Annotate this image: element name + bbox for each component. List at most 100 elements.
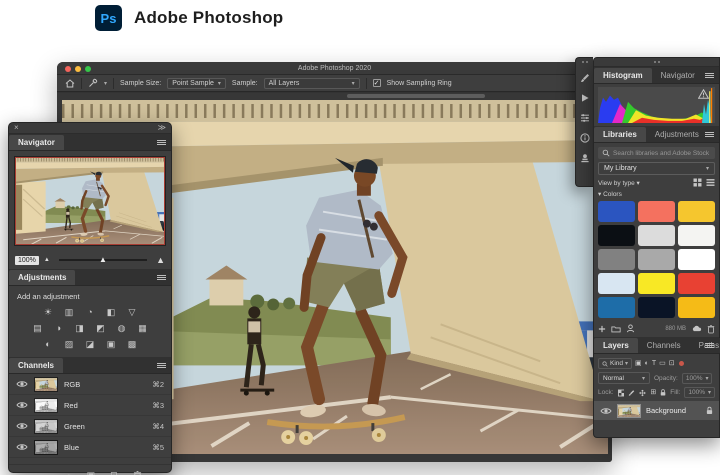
filter-smart-objects-icon[interactable]: ⊡ xyxy=(669,360,675,368)
navigator-view-frame[interactable] xyxy=(15,157,165,245)
library-select[interactable]: My Library ▾ xyxy=(598,162,715,175)
clone-source-panel-icon[interactable] xyxy=(580,153,590,163)
collapse-to-icons-icon[interactable]: ≫ xyxy=(158,124,166,132)
panel-menu-icon[interactable] xyxy=(157,139,166,146)
levels-icon[interactable]: ▥ xyxy=(63,307,76,317)
color-swatch[interactable] xyxy=(638,225,675,246)
panel-menu-icon[interactable] xyxy=(705,131,714,138)
tab-histogram[interactable]: Histogram xyxy=(594,68,652,83)
panel-menu-icon[interactable] xyxy=(157,362,166,369)
channel-row-rgb[interactable]: RGB ⌘2 xyxy=(9,374,171,395)
navigator-zoom-input[interactable]: 100% xyxy=(15,256,39,265)
channel-mixer-icon[interactable]: ◍ xyxy=(115,323,128,333)
panel-menu-icon[interactable] xyxy=(705,342,714,349)
color-swatch[interactable] xyxy=(678,249,715,270)
horizontal-scrollbar[interactable] xyxy=(347,94,485,98)
view-by-type-dropdown[interactable]: View by type ▾ xyxy=(598,179,640,187)
collaborate-icon[interactable] xyxy=(626,324,635,333)
zoom-slider[interactable]: ▲ xyxy=(59,259,147,261)
lock-artboard-icon[interactable]: ⊞ xyxy=(650,389,656,397)
color-balance-icon[interactable]: ◑ xyxy=(52,323,65,333)
filter-pixel-layers-icon[interactable]: ▣ xyxy=(635,360,642,368)
zoom-in-icon[interactable]: ▲ xyxy=(156,255,165,265)
invert-icon[interactable]: ◐ xyxy=(42,339,55,349)
filter-type-layers-icon[interactable]: T xyxy=(652,360,656,368)
color-swatch[interactable] xyxy=(598,201,635,222)
add-element-icon[interactable] xyxy=(598,325,606,333)
photo-filter-icon[interactable]: ◩ xyxy=(94,323,107,333)
channel-row-green[interactable]: Green ⌘4 xyxy=(9,416,171,437)
tab-libraries[interactable]: Libraries xyxy=(594,127,646,142)
brightness-contrast-icon[interactable]: ☀ xyxy=(42,307,55,317)
panel-menu-icon[interactable] xyxy=(705,72,714,79)
home-icon[interactable] xyxy=(65,79,75,88)
filter-shape-layers-icon[interactable]: ▭ xyxy=(659,360,666,368)
close-window-button[interactable] xyxy=(65,66,71,72)
selective-color-icon[interactable]: ▣ xyxy=(105,339,118,349)
swatches-panel-icon[interactable] xyxy=(580,73,590,83)
threshold-icon[interactable]: ◪ xyxy=(84,339,97,349)
delete-channel-icon[interactable] xyxy=(133,470,142,475)
lock-transparency-icon[interactable] xyxy=(618,389,625,397)
info-panel-icon[interactable] xyxy=(580,133,590,143)
navigator-preview[interactable] xyxy=(14,156,166,246)
color-swatch[interactable] xyxy=(678,201,715,222)
library-search-box[interactable] xyxy=(598,147,715,159)
tool-preset-carat-icon[interactable]: ▾ xyxy=(104,80,107,87)
lock-all-icon[interactable] xyxy=(660,388,666,397)
blend-mode-dropdown[interactable]: Normal ▾ xyxy=(598,372,650,384)
close-icon[interactable]: × xyxy=(14,124,19,132)
filter-kind-dropdown[interactable]: Kind ▾ xyxy=(598,358,632,369)
tab-channels[interactable]: Channels xyxy=(638,338,690,353)
eye-icon[interactable] xyxy=(16,401,28,409)
zoom-out-icon[interactable]: ▲ xyxy=(44,257,50,263)
lock-pixels-icon[interactable] xyxy=(628,389,635,397)
lock-position-icon[interactable] xyxy=(639,389,646,397)
sample-layers-dropdown[interactable]: All Layers ▾ xyxy=(264,78,360,89)
channel-row-red[interactable]: Red ⌘3 xyxy=(9,395,171,416)
gradient-map-icon[interactable]: ▩ xyxy=(126,339,139,349)
actions-panel-icon[interactable] xyxy=(580,93,590,103)
new-channel-icon[interactable]: ⊡ xyxy=(110,470,118,475)
color-swatch[interactable] xyxy=(598,249,635,270)
sync-cloud-icon[interactable] xyxy=(691,325,702,332)
library-search-input[interactable] xyxy=(613,150,711,157)
cached-data-warning-icon[interactable] xyxy=(698,89,709,99)
eye-icon[interactable] xyxy=(16,443,28,451)
tab-adjustments[interactable]: Adjustments xyxy=(9,270,75,285)
color-swatch[interactable] xyxy=(678,273,715,294)
eye-icon[interactable] xyxy=(16,380,28,388)
grid-view-icon[interactable] xyxy=(693,178,702,187)
color-swatch[interactable] xyxy=(638,201,675,222)
color-swatch[interactable] xyxy=(638,249,675,270)
filter-toggle-icon[interactable] xyxy=(679,361,684,366)
save-selection-icon[interactable]: ▣ xyxy=(87,470,96,475)
list-view-icon[interactable] xyxy=(706,178,715,187)
color-swatch[interactable] xyxy=(598,297,635,318)
color-lookup-icon[interactable]: ▦ xyxy=(136,323,149,333)
color-swatch[interactable] xyxy=(678,225,715,246)
show-sampling-ring-checkbox[interactable]: ✓ xyxy=(373,79,381,87)
sample-size-dropdown[interactable]: Point Sample ▾ xyxy=(167,78,226,89)
delete-icon[interactable] xyxy=(707,324,715,334)
tab-navigator[interactable]: Navigator xyxy=(9,135,64,150)
eye-icon[interactable] xyxy=(600,407,612,415)
color-swatch[interactable] xyxy=(638,297,675,318)
tab-navigator[interactable]: Navigator xyxy=(652,68,704,83)
eye-icon[interactable] xyxy=(16,422,28,430)
exposure-icon[interactable]: ◧ xyxy=(105,307,118,317)
layer-row-background[interactable]: Background xyxy=(594,401,719,420)
drag-handle-icon[interactable] xyxy=(582,61,588,63)
properties-panel-icon[interactable] xyxy=(580,113,590,123)
window-titlebar[interactable]: Adobe Photoshop 2020 xyxy=(57,62,612,75)
panel-group-header[interactable] xyxy=(594,58,719,67)
minimize-window-button[interactable] xyxy=(75,66,81,72)
hue-saturation-icon[interactable]: ▤ xyxy=(31,323,44,333)
zoom-slider-thumb[interactable]: ▲ xyxy=(99,255,107,264)
color-swatch[interactable] xyxy=(638,273,675,294)
vibrance-icon[interactable]: ▽ xyxy=(126,307,139,317)
colors-section-header[interactable]: ▾ Colors xyxy=(598,190,715,198)
load-selection-icon[interactable]: ◌ xyxy=(66,471,71,475)
maximize-window-button[interactable] xyxy=(85,66,91,72)
tab-adjustments[interactable]: Adjustments xyxy=(646,127,708,142)
